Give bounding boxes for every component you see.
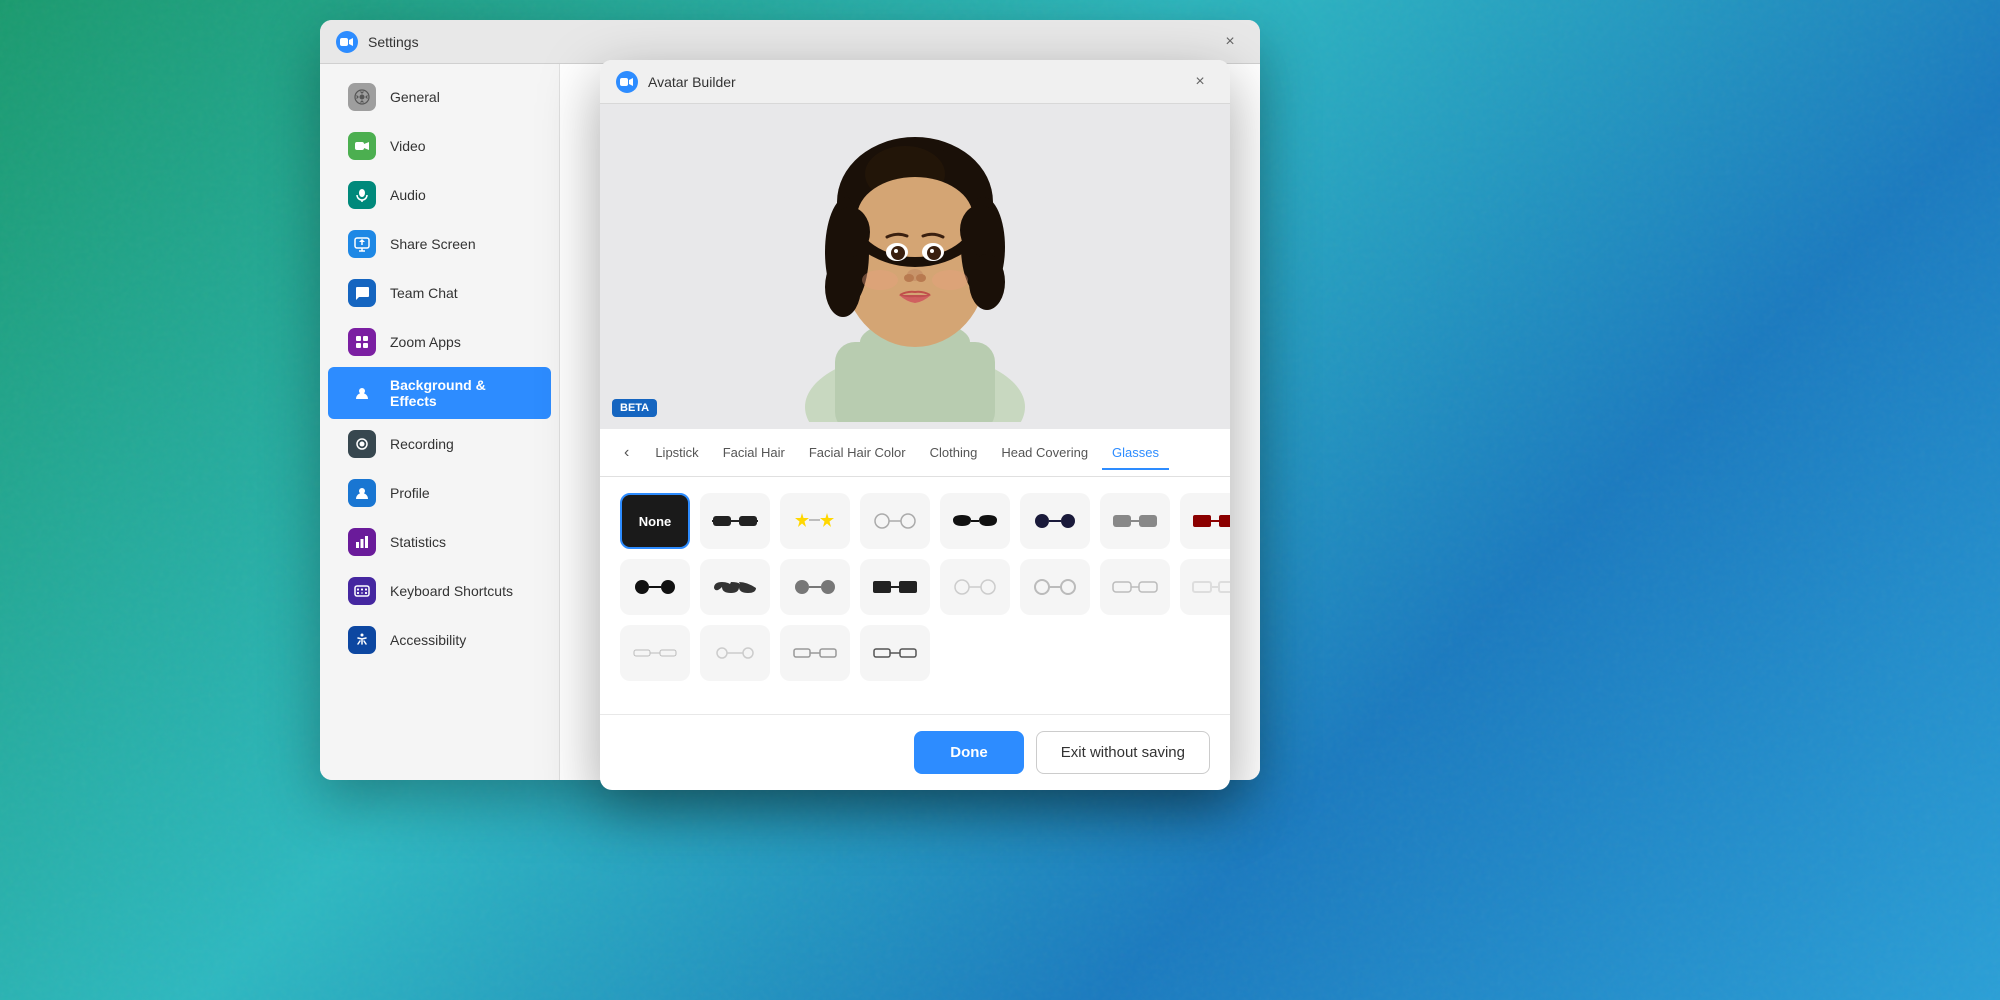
glasses-grid: None bbox=[600, 477, 1230, 714]
settings-title: Settings bbox=[368, 34, 1216, 50]
glasses-dark-round[interactable] bbox=[1020, 493, 1090, 549]
tab-lipstick[interactable]: Lipstick bbox=[645, 437, 708, 470]
sidebar-item-share-screen[interactable]: Share Screen bbox=[328, 220, 551, 268]
avatar-tabs: ‹ Lipstick Facial Hair Facial Hair Color… bbox=[600, 429, 1230, 477]
glasses-gray-square2[interactable] bbox=[780, 625, 850, 681]
avatar-builder-title: Avatar Builder bbox=[648, 74, 1186, 90]
settings-sidebar: General Video Audio Share Screen Team Chat Zo… bbox=[320, 64, 560, 780]
avatar-zoom-logo bbox=[616, 71, 638, 93]
glasses-gray-square[interactable] bbox=[1100, 493, 1170, 549]
tab-glasses[interactable]: Glasses bbox=[1102, 437, 1169, 470]
glasses-thin-wire[interactable] bbox=[620, 625, 690, 681]
glasses-light-round2[interactable] bbox=[1020, 559, 1090, 615]
sidebar-icon-keyboard-shortcuts bbox=[348, 577, 376, 605]
sidebar-label-general: General bbox=[390, 89, 440, 105]
zoom-logo bbox=[336, 31, 358, 53]
avatar-titlebar: Avatar Builder × bbox=[600, 60, 1230, 104]
avatar-preview: BETA bbox=[600, 104, 1230, 429]
sidebar-icon-video bbox=[348, 132, 376, 160]
avatar-close-button[interactable]: × bbox=[1186, 68, 1214, 96]
sidebar-icon-team-chat bbox=[348, 279, 376, 307]
sidebar-item-profile[interactable]: Profile bbox=[328, 469, 551, 517]
sidebar-label-statistics: Statistics bbox=[390, 534, 446, 550]
avatar-figure bbox=[775, 112, 1055, 422]
glasses-dark-wide[interactable] bbox=[700, 493, 770, 549]
sidebar-icon-audio bbox=[348, 181, 376, 209]
done-button[interactable]: Done bbox=[914, 731, 1024, 774]
sidebar-icon-recording bbox=[348, 430, 376, 458]
sidebar-item-statistics[interactable]: Statistics bbox=[328, 518, 551, 566]
sidebar-label-audio: Audio bbox=[390, 187, 426, 203]
settings-close-button[interactable]: × bbox=[1216, 28, 1244, 56]
glasses-light-round[interactable] bbox=[940, 559, 1010, 615]
sidebar-icon-background-effects bbox=[348, 379, 376, 407]
sidebar-item-keyboard-shortcuts[interactable]: Keyboard Shortcuts bbox=[328, 567, 551, 615]
sidebar-item-recording[interactable]: Recording bbox=[328, 420, 551, 468]
glasses-dark-square[interactable] bbox=[860, 559, 930, 615]
sidebar-icon-zoom-apps bbox=[348, 328, 376, 356]
sidebar-item-zoom-apps[interactable]: Zoom Apps bbox=[328, 318, 551, 366]
glasses-red-square[interactable] bbox=[1180, 493, 1230, 549]
sidebar-label-profile: Profile bbox=[390, 485, 430, 501]
sidebar-item-video[interactable]: Video bbox=[328, 122, 551, 170]
sidebar-item-accessibility[interactable]: Accessibility bbox=[328, 616, 551, 664]
glasses-white-square[interactable] bbox=[1180, 559, 1230, 615]
sidebar-label-share-screen: Share Screen bbox=[390, 236, 476, 252]
exit-without-saving-button[interactable]: Exit without saving bbox=[1036, 731, 1210, 774]
sidebar-icon-accessibility bbox=[348, 626, 376, 654]
avatar-builder-modal: Avatar Builder × bbox=[600, 60, 1230, 790]
tab-facial-hair[interactable]: Facial Hair bbox=[713, 437, 795, 470]
glasses-dark-thin[interactable] bbox=[860, 625, 930, 681]
glasses-star[interactable] bbox=[780, 493, 850, 549]
avatar-actions: Done Exit without saving bbox=[600, 714, 1230, 790]
sidebar-label-recording: Recording bbox=[390, 436, 454, 452]
sidebar-label-background-effects: Background & Effects bbox=[390, 377, 531, 409]
glasses-dark-cat[interactable] bbox=[940, 493, 1010, 549]
tab-facial-hair-color[interactable]: Facial Hair Color bbox=[799, 437, 916, 470]
settings-titlebar: Settings × bbox=[320, 20, 1260, 64]
avatar-body: BETA ‹ Lipstick Facial Hair Facial Hair … bbox=[600, 104, 1230, 790]
glasses-dark-cat2[interactable] bbox=[700, 559, 770, 615]
tabs-back-button[interactable]: ‹ bbox=[616, 440, 637, 466]
glasses-gray-round[interactable] bbox=[780, 559, 850, 615]
sidebar-icon-statistics bbox=[348, 528, 376, 556]
sidebar-icon-share-screen bbox=[348, 230, 376, 258]
sidebar-icon-general bbox=[348, 83, 376, 111]
glasses-light-square[interactable] bbox=[1100, 559, 1170, 615]
tab-head-covering[interactable]: Head Covering bbox=[991, 437, 1098, 470]
glasses-gray-thin[interactable] bbox=[700, 625, 770, 681]
sidebar-item-background-effects[interactable]: Background & Effects bbox=[328, 367, 551, 419]
glasses-dark-round2[interactable] bbox=[620, 559, 690, 615]
sidebar-label-video: Video bbox=[390, 138, 426, 154]
tab-clothing[interactable]: Clothing bbox=[920, 437, 988, 470]
sidebar-item-general[interactable]: General bbox=[328, 73, 551, 121]
sidebar-label-zoom-apps: Zoom Apps bbox=[390, 334, 461, 350]
beta-badge: BETA bbox=[612, 399, 657, 417]
glasses-none[interactable]: None bbox=[620, 493, 690, 549]
sidebar-icon-profile bbox=[348, 479, 376, 507]
sidebar-item-audio[interactable]: Audio bbox=[328, 171, 551, 219]
glasses-round-wire[interactable] bbox=[860, 493, 930, 549]
sidebar-label-accessibility: Accessibility bbox=[390, 632, 466, 648]
sidebar-label-team-chat: Team Chat bbox=[390, 285, 458, 301]
sidebar-item-team-chat[interactable]: Team Chat bbox=[328, 269, 551, 317]
sidebar-label-keyboard-shortcuts: Keyboard Shortcuts bbox=[390, 583, 513, 599]
